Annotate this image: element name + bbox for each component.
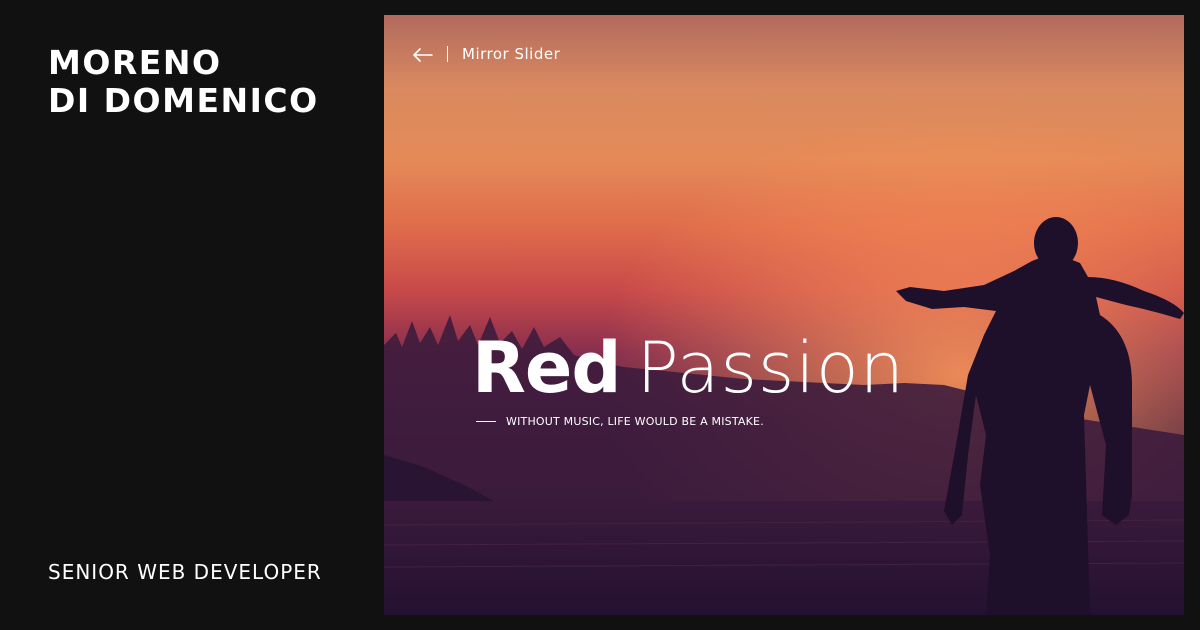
slide-subtitle: WITHOUT MUSIC, LIFE WOULD BE A MISTAKE. xyxy=(476,415,764,428)
author-name-line2: DI DOMENICO xyxy=(48,81,319,120)
og-card: MORENO DI DOMENICO SENIOR WEB DEVELOPER xyxy=(0,0,1200,630)
slider-nav-title: Mirror Slider xyxy=(462,45,561,63)
arrow-left-icon[interactable] xyxy=(413,47,433,62)
slide-quote: WITHOUT MUSIC, LIFE WOULD BE A MISTAKE. xyxy=(506,415,764,428)
author-role: SENIOR WEB DEVELOPER xyxy=(48,560,322,584)
slider-preview: Mirror Slider Red Passion WITHOUT MUSIC, … xyxy=(384,15,1184,615)
slider-nav-bar: Mirror Slider xyxy=(413,43,560,65)
slide-title-bold: Red xyxy=(472,327,621,409)
subtitle-dash xyxy=(476,421,496,422)
slide-title: Red Passion xyxy=(472,331,905,405)
author-name: MORENO DI DOMENICO xyxy=(48,44,319,120)
sunset-scene-image xyxy=(384,15,1184,615)
nav-divider xyxy=(447,46,448,62)
slide-title-light: Passion xyxy=(636,327,906,409)
author-name-line1: MORENO xyxy=(48,43,222,82)
